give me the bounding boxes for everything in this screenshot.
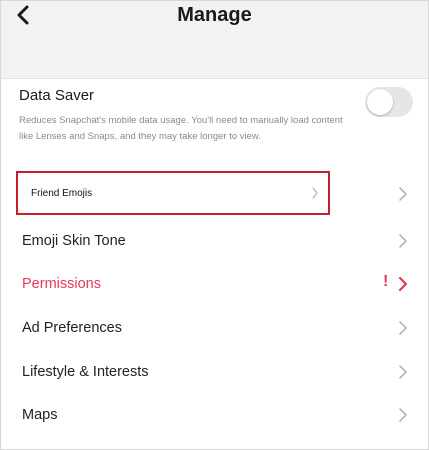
highlight-box xyxy=(16,171,330,215)
settings-item-permissions[interactable]: Permissions xyxy=(1,264,428,304)
settings-item-ad-preferences[interactable]: Ad Preferences xyxy=(1,308,428,348)
alert-icon: ! xyxy=(383,273,389,290)
data-saver-toggle[interactable] xyxy=(365,87,413,117)
toggle-knob xyxy=(367,89,393,115)
chevron-right-icon xyxy=(399,187,407,201)
settings-item-label: Ad Preferences xyxy=(22,320,122,336)
page-title: Manage xyxy=(177,4,252,26)
data-saver-title: Data Saver xyxy=(19,87,95,104)
settings-item-lifestyle-interests[interactable]: Lifestyle & Interests xyxy=(1,352,428,392)
settings-item-label: Lifestyle & Interests xyxy=(22,364,149,380)
chevron-right-icon xyxy=(398,276,408,292)
settings-item-label: Emoji Skin Tone xyxy=(22,233,126,249)
settings-item-maps[interactable]: Maps xyxy=(1,395,428,435)
chevron-right-icon xyxy=(399,408,407,422)
chevron-right-icon xyxy=(399,234,407,248)
settings-item-label: Permissions xyxy=(22,276,101,292)
header-bar: Manage xyxy=(1,1,428,79)
screen: Manage Data Saver Reduces Snapchat's mob… xyxy=(0,0,429,450)
settings-item-emoji-skin-tone[interactable]: Emoji Skin Tone xyxy=(1,221,428,261)
settings-item-label: Maps xyxy=(22,407,58,423)
data-saver-description: Reduces Snapchat's mobile data usage. Yo… xyxy=(19,115,343,142)
chevron-right-icon xyxy=(399,365,407,379)
chevron-right-icon xyxy=(399,321,407,335)
